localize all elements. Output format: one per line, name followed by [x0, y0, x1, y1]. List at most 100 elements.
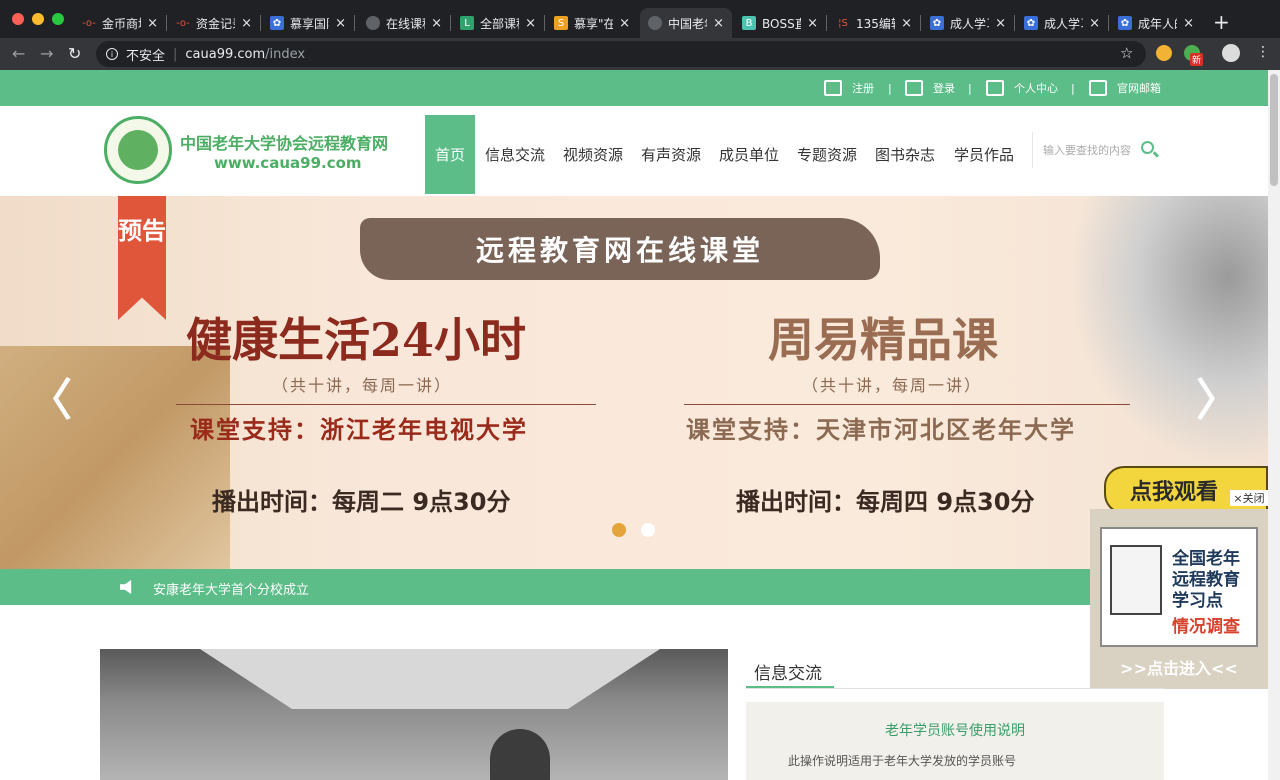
globe-icon: [648, 16, 662, 30]
tab-divider: [450, 15, 451, 31]
browser-tab-active[interactable]: 中国老年 ×: [640, 8, 732, 38]
browser-tab[interactable]: S 慕享"在 ×: [546, 8, 638, 38]
browser-tab[interactable]: ✿ 成年人的 ×: [1110, 8, 1202, 38]
tab-close-icon[interactable]: ×: [241, 16, 252, 31]
mail-link[interactable]: 官网邮箱: [1089, 70, 1161, 106]
extension-badge: 新: [1190, 53, 1204, 66]
speaker-icon: [120, 580, 132, 594]
menu-icon[interactable]: ⋮: [1256, 44, 1270, 60]
tab-close-icon[interactable]: ×: [335, 16, 346, 31]
site-logo-url: www.caua99.com: [214, 154, 362, 172]
tab-title: 慕享国际: [290, 16, 329, 31]
course-support: 课堂支持：浙江老年电视大学: [190, 416, 528, 444]
nav-books-magazines[interactable]: 图书杂志: [875, 115, 935, 194]
browser-tab[interactable]: ✿ 慕享国际 ×: [262, 8, 354, 38]
bookmark-star-icon[interactable]: ☆: [1120, 44, 1133, 62]
tab-divider: [166, 15, 167, 31]
paw-icon: ✿: [1118, 16, 1132, 30]
register-link[interactable]: 注册: [824, 70, 874, 106]
nav-student-works[interactable]: 学员作品: [954, 115, 1014, 194]
site-header: 中国老年大学协会远程教育网 www.caua99.com 首页 信息交流 视频资…: [0, 106, 1268, 196]
tab-close-icon[interactable]: ×: [147, 16, 158, 31]
forward-icon[interactable]: →: [40, 44, 53, 63]
tab-title: 成人学习: [1044, 16, 1083, 31]
tab-divider: [260, 15, 261, 31]
info-card-desc: 此操作说明适用于老年大学发放的学员账号: [788, 754, 1017, 768]
tab-close-icon[interactable]: ×: [713, 16, 724, 31]
tab-title: 慕享"在: [574, 16, 614, 31]
tab-close-icon[interactable]: ×: [1183, 16, 1194, 31]
page-scrollbar[interactable]: [1268, 70, 1280, 780]
nav-home[interactable]: 首页: [425, 115, 476, 194]
minimize-window-icon[interactable]: [32, 13, 44, 25]
browser-tab[interactable]: -o- 金币商城 ×: [74, 8, 166, 38]
nav-audio-resources[interactable]: 有声资源: [641, 115, 701, 194]
hero-banner[interactable]: 预告 远程教育网在线课堂 健康生活24小时 （共十讲，每周一讲） 课堂支持：浙江…: [0, 196, 1268, 569]
search-icon[interactable]: [1141, 141, 1154, 154]
site-logo-title[interactable]: 中国老年大学协会远程教育网: [180, 130, 388, 154]
reload-icon[interactable]: ↻: [68, 44, 81, 63]
nav-member-units[interactable]: 成员单位: [719, 115, 779, 194]
user-center-link[interactable]: 个人中心: [986, 70, 1058, 106]
browser-tab[interactable]: 在线课程 ×: [358, 8, 450, 38]
survey-highlight: 情况调查: [1172, 617, 1240, 637]
address-bar[interactable]: i 不安全 | caua99.com /index: [96, 41, 1146, 67]
tab-close-icon[interactable]: ×: [619, 16, 630, 31]
tab-close-icon[interactable]: ×: [1089, 16, 1100, 31]
banner-dot[interactable]: [641, 523, 655, 537]
notice-text[interactable]: 安康老年大学首个分校成立: [153, 579, 309, 598]
info-icon[interactable]: i: [106, 48, 118, 60]
preview-ribbon: 预告: [118, 196, 166, 320]
new-tab-button[interactable]: +: [1213, 10, 1230, 34]
avatar[interactable]: [1222, 44, 1240, 62]
browser-tab[interactable]: ✿ 成人学习 ×: [922, 8, 1014, 38]
top-divider: |: [1071, 82, 1075, 95]
nav-video-resources[interactable]: 视频资源: [563, 115, 623, 194]
course-title: 周易精品课: [768, 313, 998, 367]
course-time: 播出时间：每周二 9点30分: [212, 488, 511, 516]
survey-line: 全国老年: [1172, 549, 1240, 569]
logo-figures-icon: [118, 130, 158, 170]
scrollbar-thumb[interactable]: [1270, 74, 1278, 186]
extension-icon[interactable]: [1156, 45, 1172, 61]
book-icon: L: [460, 16, 474, 30]
tab-close-icon[interactable]: ×: [807, 16, 818, 31]
survey-promo[interactable]: 全国老年 远程教育 学习点 情况调查 >>点击进入<<: [1090, 509, 1268, 689]
survey-card: 全国老年 远程教育 学习点 情况调查: [1100, 527, 1258, 647]
user-center-label: 个人中心: [1014, 82, 1058, 95]
nav-special-resources[interactable]: 专题资源: [797, 115, 857, 194]
logo-icon: S: [554, 16, 568, 30]
back-icon[interactable]: ←: [12, 44, 25, 63]
news-photo[interactable]: [100, 649, 728, 780]
browser-tab[interactable]: -o- 资金记录 ×: [168, 8, 260, 38]
browser-tab[interactable]: ✿ 成人学习 ×: [1016, 8, 1108, 38]
course-divider: [684, 404, 1130, 405]
info-card[interactable]: 老年学员账号使用说明 此操作说明适用于老年大学发放的学员账号: [746, 702, 1164, 780]
tab-close-icon[interactable]: ×: [431, 16, 442, 31]
paw-icon: ✿: [930, 16, 944, 30]
browser-tab[interactable]: B BOSS直 ×: [734, 8, 826, 38]
nav-info-exchange[interactable]: 信息交流: [485, 115, 545, 194]
browser-tab[interactable]: ¦S 135编辑 ×: [828, 8, 920, 38]
banner-dot-active[interactable]: [612, 523, 626, 537]
close-promo-button[interactable]: ×关闭: [1230, 490, 1268, 506]
banner-prev-button[interactable]: 〈: [28, 364, 72, 428]
site-logo[interactable]: [104, 116, 172, 184]
tab-close-icon[interactable]: ×: [901, 16, 912, 31]
course-support: 课堂支持：天津市河北区老年大学: [686, 416, 1076, 444]
browser-tab[interactable]: L 全部课程 ×: [452, 8, 544, 38]
tab-close-icon[interactable]: ×: [995, 16, 1006, 31]
banner-next-button[interactable]: 〉: [1196, 364, 1240, 428]
tab-title: 全部课程: [480, 16, 519, 31]
survey-enter-link[interactable]: >>点击进入<<: [1090, 655, 1268, 679]
search-input[interactable]: 输入要查找的内容: [1032, 132, 1166, 168]
maximize-window-icon[interactable]: [52, 13, 64, 25]
tab-title: 在线课程: [386, 16, 425, 31]
close-window-icon[interactable]: [12, 13, 24, 25]
course-subtitle: （共十讲，每周一讲）: [802, 376, 983, 395]
tab-close-icon[interactable]: ×: [525, 16, 536, 31]
login-link[interactable]: 登录: [905, 70, 955, 106]
course-title: 健康生活24小时: [186, 313, 527, 367]
info-section-title[interactable]: 信息交流: [754, 659, 822, 684]
info-card-title[interactable]: 老年学员账号使用说明: [746, 720, 1164, 740]
